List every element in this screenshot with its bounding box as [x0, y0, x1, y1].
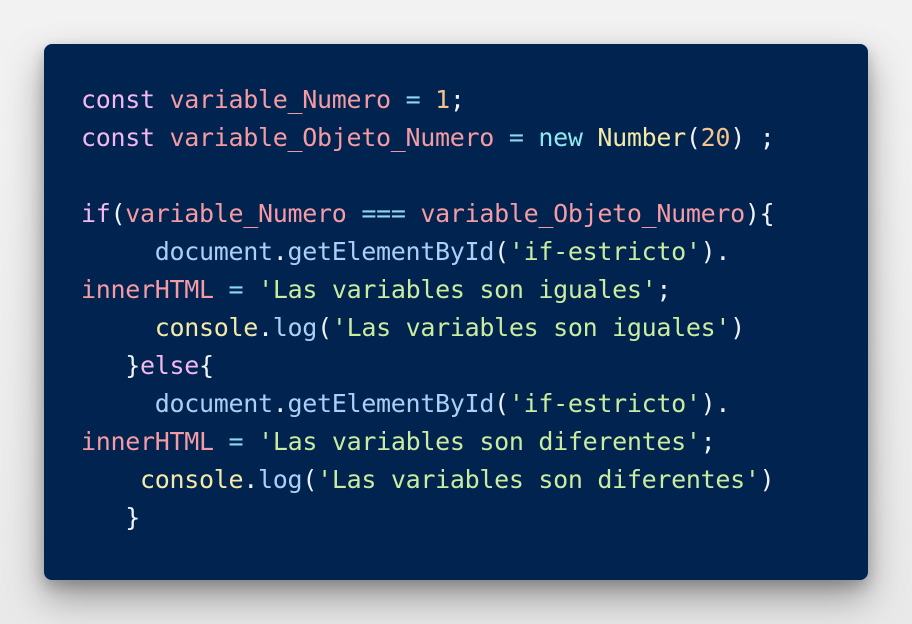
code-line: }	[81, 499, 774, 537]
code-token-punc: ;	[449, 85, 465, 114]
code-token-new: new	[538, 123, 583, 152]
code-token-punc	[243, 427, 258, 456]
code-token-cls: Number	[597, 123, 686, 152]
code-token-punc: ).	[700, 389, 731, 418]
code-token-num: 20	[700, 123, 731, 152]
code-token-punc: (	[317, 313, 332, 342]
code-line: document.getElementById('if-estricto').	[81, 385, 774, 423]
code-token-punc	[494, 123, 509, 152]
code-token-punc	[81, 503, 125, 532]
code-token-op: ===	[361, 199, 406, 228]
code-line: innerHTML = 'Las variables son iguales';	[81, 271, 774, 309]
code-token-kw: const	[81, 123, 155, 152]
code-token-punc	[243, 275, 258, 304]
code-token-fn: document	[154, 237, 273, 266]
code-token-punc: .	[272, 389, 288, 418]
code-token-punc: (	[685, 123, 701, 152]
code-token-fn: getElementById	[287, 237, 495, 266]
code-token-punc	[524, 123, 539, 152]
code-block: const variable_Numero = 1; const variable…	[81, 81, 775, 537]
code-token-punc: (	[494, 389, 509, 418]
code-token-op: =	[405, 85, 421, 114]
code-token-obj: console	[154, 313, 259, 342]
code-token-punc	[391, 85, 406, 114]
code-token-punc	[583, 123, 598, 152]
code-token-kw: else	[140, 351, 200, 380]
code-line: document.getElementById('if-estricto').	[81, 233, 774, 271]
code-line: console.log('Las variables son iguales')	[81, 309, 774, 347]
code-token-punc	[81, 237, 155, 266]
code-token-punc: .	[258, 313, 273, 342]
code-token-punc	[81, 313, 155, 342]
code-token-punc: ){	[744, 199, 775, 228]
code-token-fn: getElementById	[287, 389, 495, 418]
code-token-punc: ;	[656, 275, 672, 304]
code-token-var: innerHTML	[81, 427, 214, 456]
code-token-str: 'Las variables son diferentes'	[258, 427, 701, 456]
code-token-punc	[81, 389, 155, 418]
code-token-punc: {	[199, 351, 214, 380]
code-token-punc: (	[110, 199, 126, 228]
code-line: }else{	[81, 347, 774, 385]
code-token-str: 'if-estricto'	[508, 389, 701, 418]
code-token-punc	[155, 123, 170, 152]
code-line: const variable_Numero = 1;	[81, 81, 774, 119]
code-line: if(variable_Numero === variable_Objeto_N…	[81, 195, 775, 233]
code-token-punc	[406, 199, 421, 228]
code-token-punc	[81, 351, 125, 380]
code-token-punc	[214, 427, 229, 456]
code-token-punc	[155, 85, 170, 114]
code-token-op: =	[228, 275, 244, 304]
code-token-punc	[347, 199, 362, 228]
code-token-str: 'Las variables son iguales'	[258, 275, 657, 304]
code-token-punc: ;	[700, 427, 716, 456]
code-token-var: variable_Objeto_Numero	[169, 123, 495, 152]
code-line: const variable_Objeto_Numero = new Numbe…	[81, 119, 775, 157]
code-token-punc: (	[302, 465, 318, 494]
code-token-kw: const	[81, 85, 155, 114]
code-token-punc: }	[125, 503, 141, 532]
code-token-str: 'if-estricto'	[508, 237, 701, 266]
code-token-punc: ).	[700, 237, 731, 266]
code-token-obj: console	[140, 465, 244, 494]
code-token-punc: (	[494, 237, 509, 266]
code-line: innerHTML = 'Las variables son diferente…	[81, 423, 774, 461]
code-token-str: 'Las variables son diferentes'	[317, 465, 760, 494]
code-token-punc: .	[272, 237, 288, 266]
code-token-fn: document	[154, 389, 273, 418]
code-token-punc	[420, 85, 435, 114]
code-line: console.log('Las variables son diferente…	[81, 461, 775, 499]
code-token-fn: log	[272, 313, 318, 342]
code-token-op: =	[228, 427, 244, 456]
code-token-punc: .	[243, 465, 259, 494]
code-token-fn: log	[258, 465, 303, 494]
code-token-var: variable_Objeto_Numero	[420, 199, 745, 228]
code-token-punc: )	[759, 465, 775, 494]
code-token-var: variable_Numero	[125, 199, 347, 228]
code-token-punc	[81, 465, 140, 494]
code-snippet-card: const variable_Numero = 1; const variable…	[44, 44, 868, 580]
code-token-punc	[214, 275, 229, 304]
code-token-num: 1	[435, 85, 450, 114]
code-token-var: innerHTML	[81, 275, 214, 304]
code-token-punc: )	[730, 313, 745, 342]
code-token-punc: }	[125, 351, 141, 380]
code-token-op: =	[508, 123, 524, 152]
code-token-kw: if	[81, 199, 111, 228]
code-token-var: variable_Numero	[169, 85, 392, 114]
code-token-str: 'Las variables son iguales'	[331, 313, 731, 342]
code-token-punc: ) ;	[730, 123, 775, 152]
